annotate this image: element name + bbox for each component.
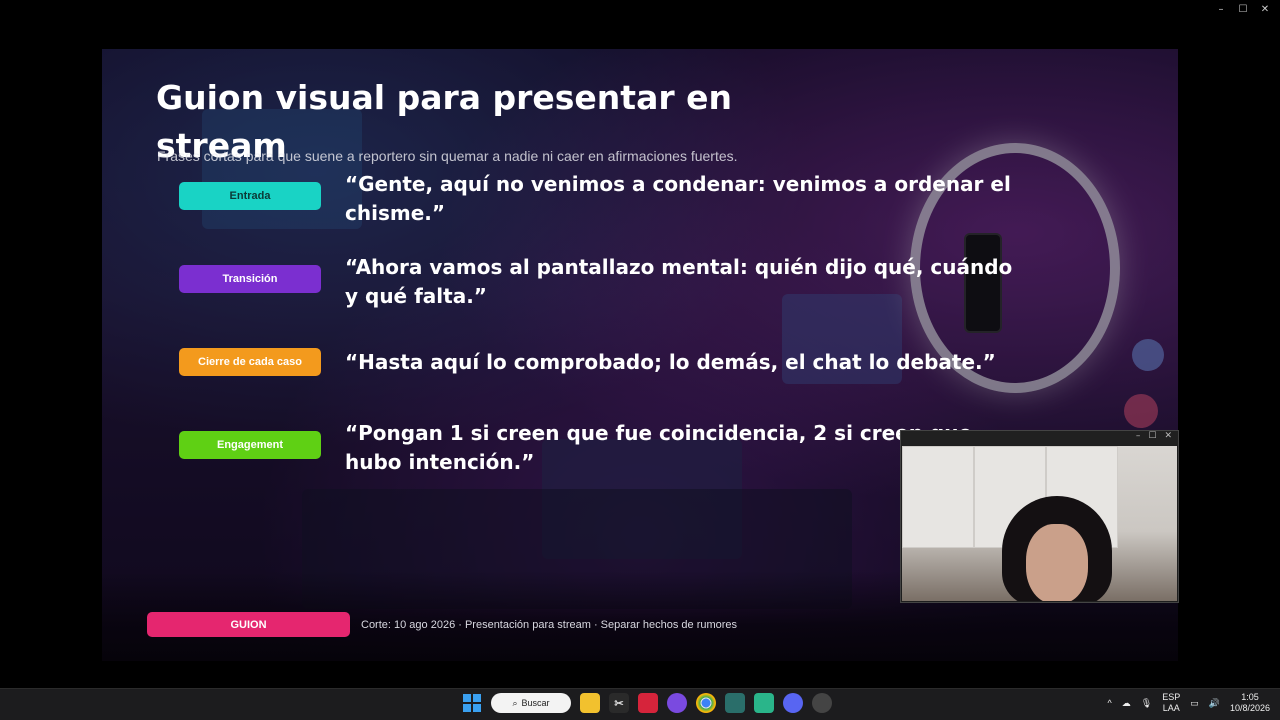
- search-label: Buscar: [521, 698, 550, 708]
- taskbar: ⌕ Buscar ✂ ^ ☁ 🎙 ESP LAA ▭ 🔊 1:05 10/8/2…: [0, 688, 1280, 720]
- script-row-transicion: Transición “Ahora vamos al pantallazo me…: [179, 253, 1025, 311]
- search-icon: ⌕: [512, 697, 518, 708]
- script-row-engagement: Engagement “Pongan 1 si creen que fue co…: [179, 419, 1025, 477]
- slide-subtitle: Frases cortas para que suene a reportero…: [157, 148, 738, 164]
- label-pill: Entrada: [179, 182, 321, 210]
- settings-icon[interactable]: [812, 693, 832, 713]
- webcam-minimize-button[interactable]: –: [1136, 431, 1141, 445]
- webcam-window[interactable]: – ☐ ✕: [900, 430, 1179, 603]
- discord-icon[interactable]: [783, 693, 803, 713]
- app-icon[interactable]: [725, 693, 745, 713]
- app-icon[interactable]: [754, 693, 774, 713]
- volume-icon[interactable]: 🔊: [1209, 698, 1220, 709]
- acrobat-icon[interactable]: [638, 693, 658, 713]
- webcam-titlebar[interactable]: – ☐ ✕: [901, 431, 1178, 445]
- wall-panel: [902, 446, 974, 548]
- close-button[interactable]: ✕: [1256, 2, 1274, 16]
- taskbar-search[interactable]: ⌕ Buscar: [491, 693, 571, 713]
- slide-footer: GUION Corte: 10 ago 2026 · Presentación …: [147, 612, 737, 637]
- script-row-entrada: Entrada “Gente, aquí no venimos a conden…: [179, 170, 1025, 228]
- label-pill: Transición: [179, 265, 321, 293]
- webcam-video: [902, 446, 1177, 601]
- person-face: [1026, 524, 1088, 601]
- microphone-icon[interactable]: 🎙: [1141, 698, 1152, 709]
- script-quote: “Gente, aquí no venimos a condenar: veni…: [345, 172, 1011, 225]
- script-quote: “Ahora vamos al pantallazo mental: quién…: [345, 255, 1013, 308]
- label-pill: Engagement: [179, 431, 321, 459]
- webcam-close-button[interactable]: ✕: [1164, 431, 1172, 445]
- footer-pill: GUION: [147, 612, 350, 637]
- script-quote: “Hasta aquí lo comprobado; lo demás, el …: [345, 350, 996, 374]
- system-tray: ^ ☁ 🎙 ESP LAA ▭ 🔊 1:05 10/8/2026: [1108, 692, 1270, 714]
- maximize-button[interactable]: ☐: [1234, 2, 1252, 16]
- windows-start-icon[interactable]: [462, 693, 482, 713]
- file-explorer-icon[interactable]: [580, 693, 600, 713]
- webcam-maximize-button[interactable]: ☐: [1148, 431, 1156, 445]
- chevron-up-icon[interactable]: ^: [1108, 698, 1112, 708]
- taskbar-apps: ⌕ Buscar ✂: [462, 693, 832, 713]
- app-icon[interactable]: [667, 693, 687, 713]
- clock[interactable]: 1:05 10/8/2026: [1230, 692, 1270, 714]
- window-controls: – ☐ ✕: [1212, 2, 1274, 16]
- label-pill: Cierre de cada caso: [179, 348, 321, 376]
- script-row-cierre: Cierre de cada caso “Hasta aquí lo compr…: [179, 348, 1025, 377]
- minimize-button[interactable]: –: [1212, 2, 1230, 16]
- footer-text: Corte: 10 ago 2026 · Presentación para s…: [361, 618, 738, 631]
- app-icon[interactable]: ✂: [609, 693, 629, 713]
- language-indicator[interactable]: ESP LAA: [1162, 692, 1180, 714]
- display-icon[interactable]: ▭: [1190, 698, 1199, 709]
- chrome-icon[interactable]: [696, 693, 716, 713]
- cloud-icon[interactable]: ☁: [1122, 698, 1131, 709]
